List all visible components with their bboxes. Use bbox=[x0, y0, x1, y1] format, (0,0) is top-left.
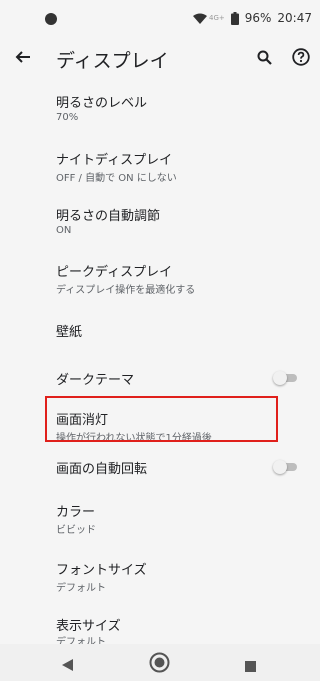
setting-title: 壁紙 bbox=[56, 325, 83, 340]
setting-night-display[interactable]: ナイトディスプレイ OFF / 自動で ON にしない bbox=[0, 140, 320, 196]
help-icon bbox=[292, 48, 310, 70]
setting-title: カラー bbox=[56, 505, 96, 520]
setting-subtitle: 70% bbox=[56, 112, 79, 123]
nav-back-icon[interactable] bbox=[62, 656, 73, 675]
setting-title: ダークテーマ bbox=[56, 373, 135, 388]
setting-title: フォントサイズ bbox=[56, 563, 147, 578]
setting-auto-rotate[interactable]: 画面の自動回転 bbox=[0, 452, 320, 500]
back-arrow-icon bbox=[15, 49, 31, 69]
navigation-bar bbox=[0, 644, 320, 681]
network-type: 4G+ bbox=[208, 14, 225, 22]
setting-title: 明るさのレベル bbox=[56, 96, 148, 111]
setting-subtitle: ON bbox=[56, 225, 72, 236]
toggle-thumb bbox=[273, 460, 287, 474]
setting-subtitle: ディスプレイ操作を最適化する bbox=[56, 285, 196, 296]
setting-title: ナイトディスプレイ bbox=[56, 153, 173, 168]
setting-peek-display[interactable]: ピークディスプレイ ディスプレイ操作を最適化する bbox=[0, 252, 320, 308]
highlight-annotation bbox=[45, 396, 278, 442]
wifi-icon bbox=[192, 13, 207, 24]
setting-wallpaper[interactable]: 壁紙 bbox=[0, 308, 320, 356]
battery-percent: 96% bbox=[244, 11, 272, 25]
setting-subtitle: デフォルト bbox=[56, 637, 106, 644]
settings-list[interactable]: 明るさのレベル 70% ナイトディスプレイ OFF / 自動で ON にしない … bbox=[0, 84, 320, 644]
search-icon bbox=[257, 50, 272, 69]
setting-subtitle: OFF / 自動で ON にしない bbox=[56, 173, 177, 184]
auto-rotate-toggle[interactable] bbox=[273, 460, 299, 474]
setting-title: 画面の自動回転 bbox=[56, 462, 148, 477]
back-button[interactable] bbox=[10, 46, 36, 72]
setting-title: ピークディスプレイ bbox=[56, 265, 173, 280]
dark-theme-toggle[interactable] bbox=[273, 371, 299, 385]
app-bar: ディスプレイ bbox=[0, 34, 320, 84]
setting-title: 明るさの自動調節 bbox=[56, 209, 161, 224]
setting-subtitle: ビビッド bbox=[56, 525, 96, 536]
setting-display-size[interactable]: 表示サイズ デフォルト bbox=[0, 612, 320, 644]
status-indicators: 4G+ 96% 20:47 bbox=[192, 11, 312, 25]
status-bar: 4G+ 96% 20:47 bbox=[0, 0, 320, 34]
page-title: ディスプレイ bbox=[56, 50, 169, 72]
help-button[interactable] bbox=[288, 46, 314, 72]
setting-title: 表示サイズ bbox=[56, 619, 121, 634]
search-button[interactable] bbox=[251, 46, 277, 72]
nav-recents-icon[interactable] bbox=[245, 657, 256, 676]
notification-icon bbox=[45, 13, 57, 25]
toggle-thumb bbox=[273, 371, 287, 385]
setting-brightness-level[interactable]: 明るさのレベル 70% bbox=[0, 84, 320, 140]
setting-adaptive-brightness[interactable]: 明るさの自動調節 ON bbox=[0, 196, 320, 252]
battery-icon bbox=[230, 11, 239, 25]
setting-color[interactable]: カラー ビビッド bbox=[0, 500, 320, 556]
clock: 20:47 bbox=[277, 11, 312, 25]
setting-subtitle: デフォルト bbox=[56, 583, 106, 594]
nav-home-icon[interactable] bbox=[149, 652, 170, 677]
setting-font-size[interactable]: フォントサイズ デフォルト bbox=[0, 556, 320, 612]
